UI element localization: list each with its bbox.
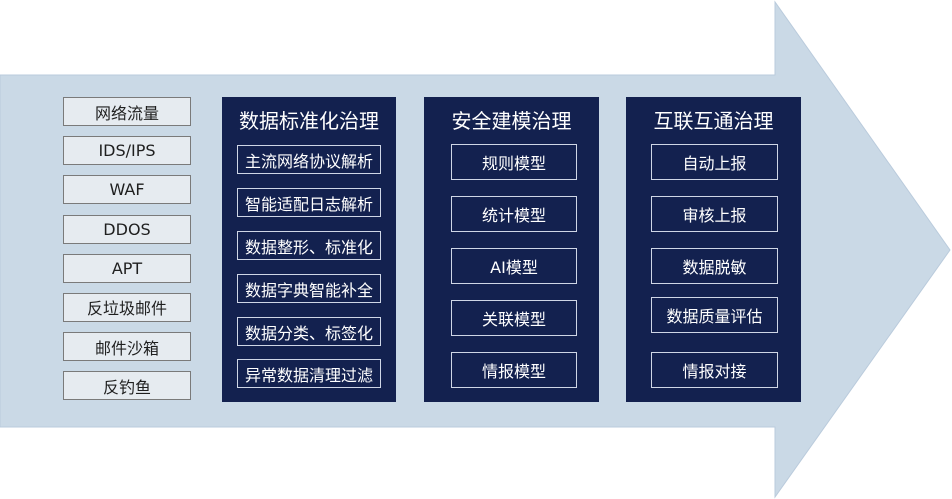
- panel-title: 安全建模治理: [451, 109, 572, 133]
- panel-data-standardization: 数据标准化治理 主流网络协议解析 智能适配日志解析 数据整形、标准化 数据字典智…: [222, 97, 396, 402]
- panel-item: AI模型: [451, 248, 577, 284]
- source-list: 网络流量 IDS/IPS WAF DDOS APT 反垃圾邮件 邮件沙箱 反钓鱼: [63, 97, 191, 411]
- panel-item: 关联模型: [451, 300, 577, 336]
- panel-title: 互联互通治理: [653, 109, 774, 133]
- panel-item: 统计模型: [451, 196, 577, 232]
- panel-item: 异常数据清理过滤: [237, 359, 381, 388]
- source-item: 邮件沙箱: [63, 332, 191, 362]
- panel-item: 情报对接: [651, 352, 778, 388]
- panel-item: 自动上报: [651, 144, 778, 180]
- source-item: APT: [63, 253, 191, 283]
- panel-item: 数据字典智能补全: [237, 274, 381, 303]
- panel-item: 数据质量评估: [651, 297, 778, 333]
- source-item: 反垃圾邮件: [63, 292, 191, 322]
- panel-item: 数据整形、标准化: [237, 231, 381, 260]
- panel-item: 数据脱敏: [651, 248, 778, 284]
- panel-interconnection: 互联互通治理 自动上报 审核上报 数据脱敏 数据质量评估 情报对接: [626, 97, 801, 402]
- panel-item: 规则模型: [451, 144, 577, 180]
- panel-security-modeling: 安全建模治理 规则模型 统计模型 AI模型 关联模型 情报模型: [424, 97, 599, 402]
- source-item: 反钓鱼: [63, 371, 191, 401]
- panel-item: 情报模型: [451, 352, 577, 388]
- source-item: IDS/IPS: [63, 136, 191, 166]
- panel-item: 智能适配日志解析: [237, 188, 381, 217]
- panel-item: 主流网络协议解析: [237, 145, 381, 174]
- panel-title: 数据标准化治理: [239, 109, 379, 133]
- source-item: WAF: [63, 175, 191, 205]
- source-item: DDOS: [63, 214, 191, 244]
- panel-item: 审核上报: [651, 196, 778, 232]
- panel-item: 数据分类、标签化: [237, 317, 381, 346]
- diagram-canvas: 网络流量 IDS/IPS WAF DDOS APT 反垃圾邮件 邮件沙箱 反钓鱼…: [0, 0, 952, 499]
- source-item: 网络流量: [63, 97, 191, 126]
